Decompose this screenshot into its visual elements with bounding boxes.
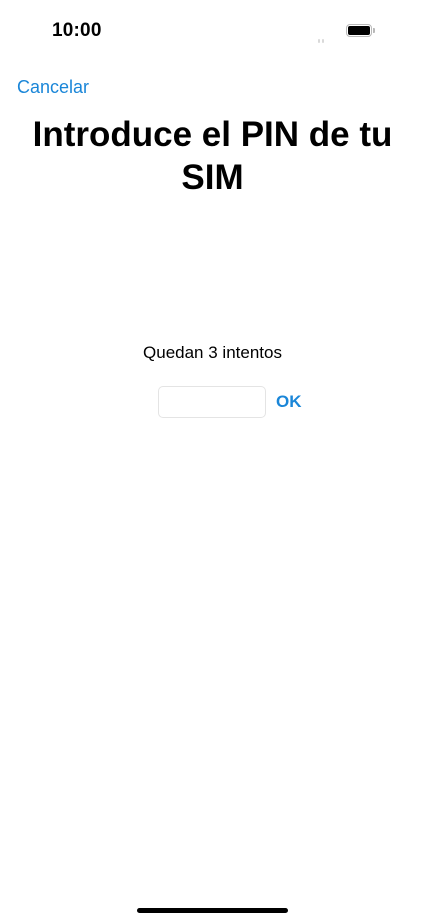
page-title: Introduce el PIN de tu SIM — [32, 115, 393, 197]
pin-input[interactable] — [158, 386, 266, 418]
home-indicator[interactable] — [137, 908, 288, 913]
status-bar: 10:00 — [0, 0, 425, 60]
cancel-button[interactable]: Cancelar — [17, 77, 89, 98]
battery-icon — [346, 24, 376, 39]
attempts-remaining-text: Quedan 3 intentos — [143, 343, 282, 362]
status-time: 10:00 — [52, 20, 102, 41]
ok-button[interactable]: OK — [276, 392, 302, 412]
signal-icon — [318, 30, 328, 43]
